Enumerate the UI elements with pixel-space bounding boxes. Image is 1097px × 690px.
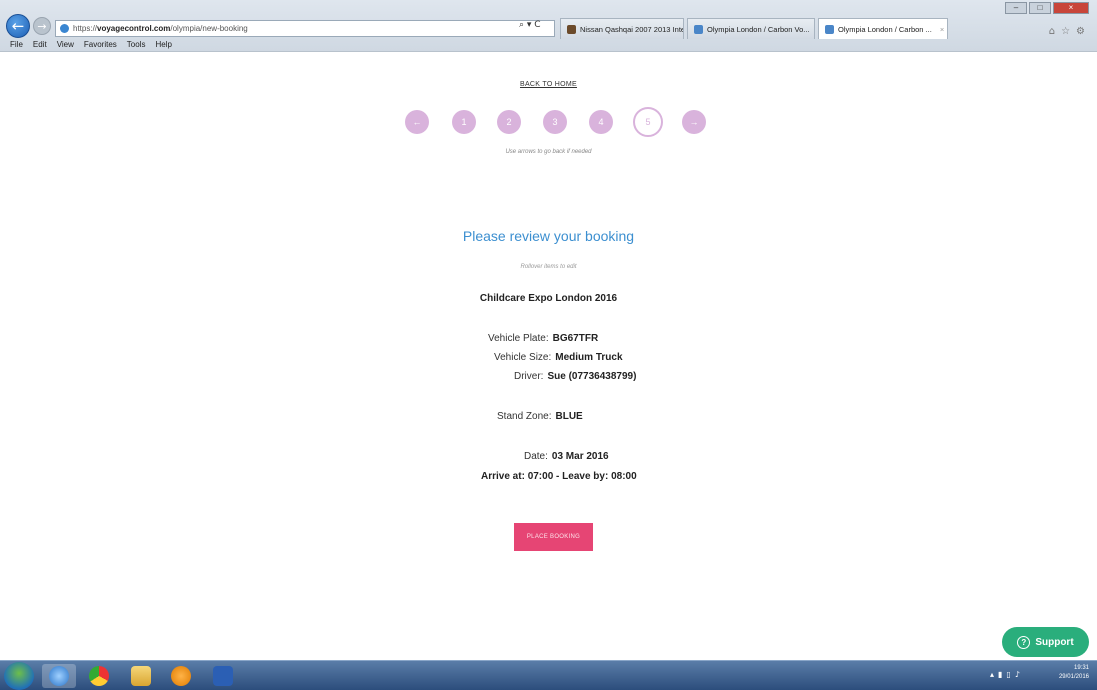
- system-clock[interactable]: 19:31 29/01/2016: [1059, 664, 1089, 682]
- date-value: 03 Mar 2016: [551, 451, 609, 462]
- browser-back-button[interactable]: ←: [6, 14, 30, 38]
- address-bar[interactable]: https:// voyagecontrol.com /olympia/new-…: [55, 20, 555, 37]
- browser-toolbar-icons[interactable]: ⌂☆⚙: [1049, 26, 1091, 37]
- arrive-value: 07:00: [527, 471, 554, 482]
- browser-chrome: ← → https:// voyagecontrol.com /olympia/…: [0, 0, 1097, 52]
- screen: ← → https:// voyagecontrol.com /olympia/…: [0, 0, 1097, 690]
- date-label: Date:: [524, 451, 548, 462]
- taskbar-word[interactable]: [206, 664, 240, 688]
- driver-row[interactable]: Driver: Sue (07736438799): [514, 371, 636, 382]
- vehicle-plate-row[interactable]: Vehicle Plate: BG67TFR: [488, 333, 598, 344]
- leave-label: - Leave by:: [556, 471, 609, 482]
- place-booking-button[interactable]: PLACE BOOKING: [514, 523, 593, 551]
- vehicle-plate-label: Vehicle Plate:: [488, 333, 549, 344]
- arrival-row[interactable]: Arrive at: 07:00 - Leave by: 08:00: [481, 471, 637, 482]
- ie-icon: [49, 666, 69, 686]
- driver-label: Driver:: [514, 371, 544, 382]
- tab-favicon-icon: [694, 24, 703, 34]
- menu-favorites[interactable]: Favorites: [84, 40, 117, 52]
- vehicle-plate-value: BG67TFR: [552, 333, 599, 344]
- date-row[interactable]: Date: 03 Mar 2016: [524, 451, 609, 462]
- question-icon: ?: [1017, 635, 1031, 649]
- tab-label: Nissan Qashqai 2007 2013 Inter: [580, 24, 684, 34]
- tab-favicon-icon: [825, 24, 834, 34]
- back-to-home-link[interactable]: BACK TO HOME: [0, 81, 1097, 88]
- stand-zone-value: BLUE: [555, 411, 583, 422]
- tab-close-icon[interactable]: ×: [940, 25, 944, 34]
- vehicle-size-row[interactable]: Vehicle Size: Medium Truck: [494, 352, 623, 363]
- start-button[interactable]: [4, 662, 34, 690]
- arrow-left-icon: ←: [412, 117, 422, 127]
- arrow-right-icon: →: [689, 117, 699, 127]
- taskbar-app[interactable]: [164, 664, 198, 688]
- step-5-current[interactable]: 5: [633, 107, 663, 137]
- minimize-icon[interactable]: –: [1005, 2, 1027, 14]
- step-next-button[interactable]: →: [682, 110, 706, 134]
- menu-view[interactable]: View: [57, 40, 74, 52]
- arrow-right-icon: →: [37, 19, 47, 33]
- leave-value: 08:00: [611, 471, 637, 482]
- event-name[interactable]: Childcare Expo London 2016: [0, 293, 1097, 304]
- maximize-icon[interactable]: □: [1029, 2, 1051, 14]
- step-3[interactable]: 3: [543, 110, 567, 134]
- page-title: Please review your booking: [462, 228, 635, 244]
- step-prev-button[interactable]: ←: [405, 110, 429, 134]
- tab-label: Olympia London / Carbon ...: [838, 24, 932, 34]
- tab-nissan[interactable]: Nissan Qashqai 2007 2013 Inter: [560, 18, 684, 39]
- system-tray-icons[interactable]: ▴▮▯♪: [990, 670, 1024, 679]
- driver-value: Sue (07736438799): [547, 371, 637, 382]
- tab-olympia-active[interactable]: Olympia London / Carbon ... ×: [818, 18, 948, 39]
- browser-forward-button[interactable]: →: [33, 17, 51, 35]
- arrow-left-icon: ←: [11, 17, 25, 35]
- stand-zone-label: Stand Zone:: [497, 411, 552, 422]
- word-icon: [213, 666, 233, 686]
- stand-zone-row[interactable]: Stand Zone: BLUE: [497, 411, 583, 422]
- tab-olympia-1[interactable]: Olympia London / Carbon Vo...: [687, 18, 815, 39]
- taskbar-explorer[interactable]: [124, 664, 158, 688]
- arrive-label: Arrive at:: [481, 471, 525, 482]
- step-2[interactable]: 2: [497, 110, 521, 134]
- support-label: Support: [1035, 636, 1074, 648]
- url-domain: voyagecontrol.com: [97, 24, 171, 33]
- close-icon[interactable]: ×: [1053, 2, 1089, 14]
- step-1[interactable]: 1: [452, 110, 476, 134]
- chrome-icon: [89, 666, 109, 686]
- menu-help[interactable]: Help: [155, 40, 171, 52]
- window-controls: – □ ×: [1005, 2, 1089, 14]
- vehicle-size-value: Medium Truck: [555, 352, 623, 363]
- taskbar-chrome[interactable]: [82, 664, 116, 688]
- menu-bar: File Edit View Favorites Tools Help: [0, 40, 172, 52]
- url-prefix: https://: [73, 24, 98, 33]
- menu-edit[interactable]: Edit: [33, 40, 47, 52]
- taskbar-ie[interactable]: [42, 664, 76, 688]
- menu-tools[interactable]: Tools: [127, 40, 146, 52]
- step-4[interactable]: 4: [589, 110, 613, 134]
- step-hint: Use arrows to go back if needed: [505, 149, 592, 155]
- clock-time: 19:31: [1073, 665, 1089, 671]
- folder-icon: [131, 666, 151, 686]
- clock-date: 29/01/2016: [1058, 674, 1089, 680]
- site-icon: [60, 24, 69, 33]
- vehicle-size-label: Vehicle Size:: [494, 352, 552, 363]
- menu-file[interactable]: File: [10, 40, 23, 52]
- tab-label: Olympia London / Carbon Vo...: [707, 24, 810, 34]
- taskbar: [0, 660, 1097, 690]
- tab-favicon-icon: [567, 24, 576, 34]
- url-path: /olympia/new-booking: [170, 24, 248, 33]
- app-icon: [171, 666, 191, 686]
- address-tools[interactable]: ⌕ ▾ C: [519, 20, 541, 30]
- support-button[interactable]: ? Support: [1002, 627, 1089, 657]
- page-subtitle: Rollover items to edit: [520, 264, 577, 270]
